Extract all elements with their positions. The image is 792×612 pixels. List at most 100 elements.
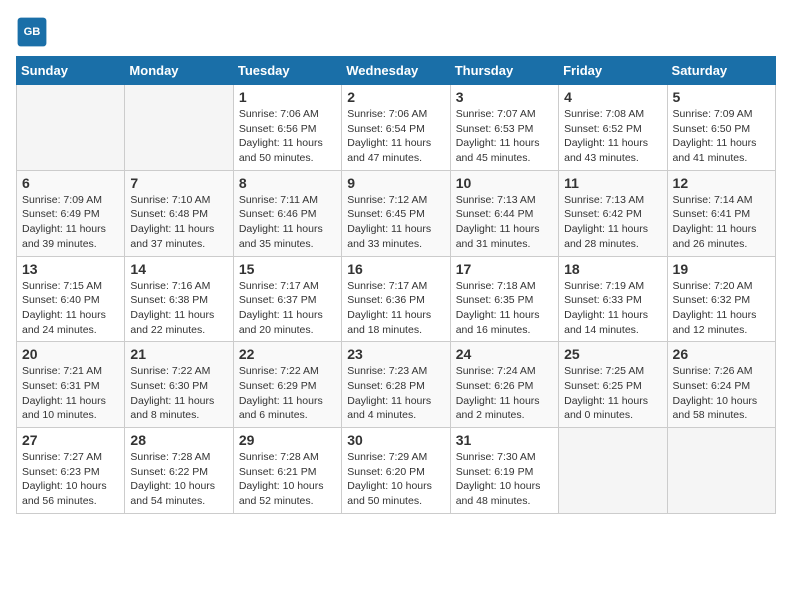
page-header: GB [16, 16, 776, 48]
calendar-week-4: 20 Sunrise: 7:21 AM Sunset: 6:31 PM Dayli… [17, 342, 776, 428]
calendar-cell: 21 Sunrise: 7:22 AM Sunset: 6:30 PM Dayli… [125, 342, 233, 428]
day-info: Sunrise: 7:14 AM Sunset: 6:41 PM Dayligh… [673, 193, 770, 252]
day-number: 30 [347, 432, 444, 448]
day-info: Sunrise: 7:12 AM Sunset: 6:45 PM Dayligh… [347, 193, 444, 252]
day-info: Sunrise: 7:08 AM Sunset: 6:52 PM Dayligh… [564, 107, 661, 166]
day-number: 23 [347, 346, 444, 362]
logo-icon: GB [16, 16, 48, 48]
calendar-cell: 26 Sunrise: 7:26 AM Sunset: 6:24 PM Dayli… [667, 342, 775, 428]
calendar-week-1: 1 Sunrise: 7:06 AM Sunset: 6:56 PM Daylig… [17, 85, 776, 171]
day-info: Sunrise: 7:17 AM Sunset: 6:36 PM Dayligh… [347, 279, 444, 338]
day-number: 4 [564, 89, 661, 105]
day-info: Sunrise: 7:22 AM Sunset: 6:30 PM Dayligh… [130, 364, 227, 423]
day-number: 6 [22, 175, 119, 191]
day-info: Sunrise: 7:11 AM Sunset: 6:46 PM Dayligh… [239, 193, 336, 252]
day-info: Sunrise: 7:29 AM Sunset: 6:20 PM Dayligh… [347, 450, 444, 509]
day-number: 11 [564, 175, 661, 191]
day-number: 3 [456, 89, 553, 105]
calendar-cell: 15 Sunrise: 7:17 AM Sunset: 6:37 PM Dayli… [233, 256, 341, 342]
day-number: 28 [130, 432, 227, 448]
day-info: Sunrise: 7:17 AM Sunset: 6:37 PM Dayligh… [239, 279, 336, 338]
calendar-cell: 5Sunrise: 7:09 AM Sunset: 6:50 PM Daylig… [667, 85, 775, 171]
calendar-cell: 24 Sunrise: 7:24 AM Sunset: 6:26 PM Dayli… [450, 342, 558, 428]
day-number: 15 [239, 261, 336, 277]
calendar-cell: 10Sunrise: 7:13 AM Sunset: 6:44 PM Dayli… [450, 170, 558, 256]
day-info: Sunrise: 7:13 AM Sunset: 6:42 PM Dayligh… [564, 193, 661, 252]
day-number: 13 [22, 261, 119, 277]
calendar-cell: 11 Sunrise: 7:13 AM Sunset: 6:42 PM Dayli… [559, 170, 667, 256]
calendar-cell: 27 Sunrise: 7:27 AM Sunset: 6:23 PM Dayli… [17, 428, 125, 514]
day-number: 24 [456, 346, 553, 362]
header-friday: Friday [559, 57, 667, 85]
calendar-week-3: 13 Sunrise: 7:15 AM Sunset: 6:40 PM Dayli… [17, 256, 776, 342]
day-number: 19 [673, 261, 770, 277]
day-number: 29 [239, 432, 336, 448]
calendar-header-row: SundayMondayTuesdayWednesdayThursdayFrid… [17, 57, 776, 85]
calendar-cell: 23 Sunrise: 7:23 AM Sunset: 6:28 PM Dayli… [342, 342, 450, 428]
calendar-cell: 20 Sunrise: 7:21 AM Sunset: 6:31 PM Dayli… [17, 342, 125, 428]
calendar-cell: 22Sunrise: 7:22 AM Sunset: 6:29 PM Dayli… [233, 342, 341, 428]
day-number: 5 [673, 89, 770, 105]
day-info: Sunrise: 7:20 AM Sunset: 6:32 PM Dayligh… [673, 279, 770, 338]
calendar-cell: 7 Sunrise: 7:10 AM Sunset: 6:48 PM Daylig… [125, 170, 233, 256]
calendar-cell: 16 Sunrise: 7:17 AM Sunset: 6:36 PM Dayli… [342, 256, 450, 342]
day-info: Sunrise: 7:24 AM Sunset: 6:26 PM Dayligh… [456, 364, 553, 423]
day-number: 10 [456, 175, 553, 191]
day-info: Sunrise: 7:21 AM Sunset: 6:31 PM Dayligh… [22, 364, 119, 423]
day-number: 2 [347, 89, 444, 105]
calendar-cell: 29 Sunrise: 7:28 AM Sunset: 6:21 PM Dayli… [233, 428, 341, 514]
day-info: Sunrise: 7:16 AM Sunset: 6:38 PM Dayligh… [130, 279, 227, 338]
day-number: 27 [22, 432, 119, 448]
calendar-cell: 30 Sunrise: 7:29 AM Sunset: 6:20 PM Dayli… [342, 428, 450, 514]
day-number: 7 [130, 175, 227, 191]
day-number: 31 [456, 432, 553, 448]
day-number: 25 [564, 346, 661, 362]
calendar-week-2: 6 Sunrise: 7:09 AM Sunset: 6:49 PM Daylig… [17, 170, 776, 256]
day-number: 26 [673, 346, 770, 362]
calendar-cell: 2 Sunrise: 7:06 AM Sunset: 6:54 PM Daylig… [342, 85, 450, 171]
day-info: Sunrise: 7:06 AM Sunset: 6:56 PM Dayligh… [239, 107, 336, 166]
calendar-cell: 3Sunrise: 7:07 AM Sunset: 6:53 PM Daylig… [450, 85, 558, 171]
calendar-cell [17, 85, 125, 171]
day-number: 14 [130, 261, 227, 277]
day-info: Sunrise: 7:23 AM Sunset: 6:28 PM Dayligh… [347, 364, 444, 423]
day-info: Sunrise: 7:18 AM Sunset: 6:35 PM Dayligh… [456, 279, 553, 338]
day-number: 21 [130, 346, 227, 362]
header-thursday: Thursday [450, 57, 558, 85]
day-info: Sunrise: 7:28 AM Sunset: 6:22 PM Dayligh… [130, 450, 227, 509]
day-number: 22 [239, 346, 336, 362]
day-number: 16 [347, 261, 444, 277]
calendar-cell: 17Sunrise: 7:18 AM Sunset: 6:35 PM Dayli… [450, 256, 558, 342]
calendar-cell: 8Sunrise: 7:11 AM Sunset: 6:46 PM Daylig… [233, 170, 341, 256]
day-info: Sunrise: 7:27 AM Sunset: 6:23 PM Dayligh… [22, 450, 119, 509]
calendar-cell: 13 Sunrise: 7:15 AM Sunset: 6:40 PM Dayli… [17, 256, 125, 342]
header-wednesday: Wednesday [342, 57, 450, 85]
calendar-cell [559, 428, 667, 514]
day-number: 18 [564, 261, 661, 277]
day-info: Sunrise: 7:26 AM Sunset: 6:24 PM Dayligh… [673, 364, 770, 423]
calendar-cell: 9Sunrise: 7:12 AM Sunset: 6:45 PM Daylig… [342, 170, 450, 256]
header-saturday: Saturday [667, 57, 775, 85]
day-number: 20 [22, 346, 119, 362]
svg-text:GB: GB [24, 26, 41, 38]
calendar-cell: 18 Sunrise: 7:19 AM Sunset: 6:33 PM Dayli… [559, 256, 667, 342]
calendar-cell: 25 Sunrise: 7:25 AM Sunset: 6:25 PM Dayli… [559, 342, 667, 428]
calendar-cell: 31 Sunrise: 7:30 AM Sunset: 6:19 PM Dayli… [450, 428, 558, 514]
calendar-cell: 14 Sunrise: 7:16 AM Sunset: 6:38 PM Dayli… [125, 256, 233, 342]
day-info: Sunrise: 7:06 AM Sunset: 6:54 PM Dayligh… [347, 107, 444, 166]
day-number: 1 [239, 89, 336, 105]
calendar-cell: 4 Sunrise: 7:08 AM Sunset: 6:52 PM Daylig… [559, 85, 667, 171]
day-info: Sunrise: 7:30 AM Sunset: 6:19 PM Dayligh… [456, 450, 553, 509]
calendar-cell: 19 Sunrise: 7:20 AM Sunset: 6:32 PM Dayli… [667, 256, 775, 342]
calendar-table: SundayMondayTuesdayWednesdayThursdayFrid… [16, 56, 776, 514]
day-info: Sunrise: 7:15 AM Sunset: 6:40 PM Dayligh… [22, 279, 119, 338]
calendar-cell: 28 Sunrise: 7:28 AM Sunset: 6:22 PM Dayli… [125, 428, 233, 514]
calendar-cell: 12Sunrise: 7:14 AM Sunset: 6:41 PM Dayli… [667, 170, 775, 256]
day-info: Sunrise: 7:25 AM Sunset: 6:25 PM Dayligh… [564, 364, 661, 423]
day-info: Sunrise: 7:28 AM Sunset: 6:21 PM Dayligh… [239, 450, 336, 509]
header-tuesday: Tuesday [233, 57, 341, 85]
day-info: Sunrise: 7:10 AM Sunset: 6:48 PM Dayligh… [130, 193, 227, 252]
calendar-cell: 6 Sunrise: 7:09 AM Sunset: 6:49 PM Daylig… [17, 170, 125, 256]
day-info: Sunrise: 7:19 AM Sunset: 6:33 PM Dayligh… [564, 279, 661, 338]
day-info: Sunrise: 7:09 AM Sunset: 6:49 PM Dayligh… [22, 193, 119, 252]
